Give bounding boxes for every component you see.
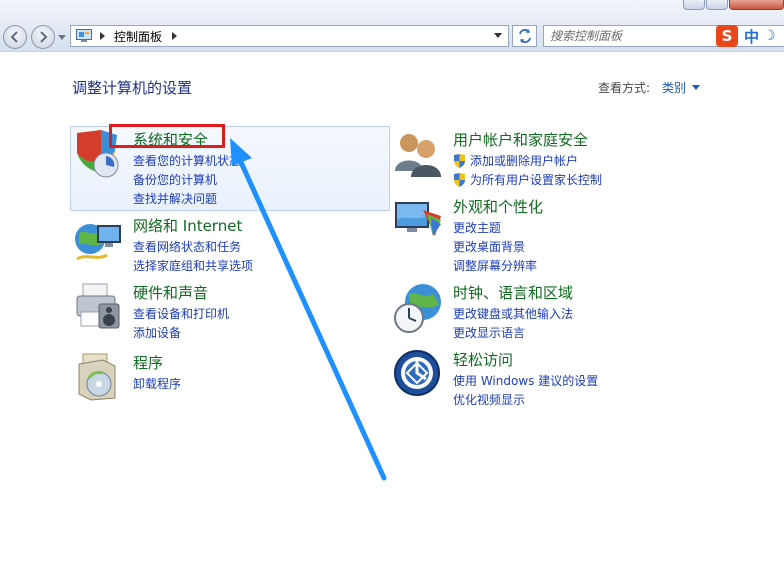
view-by-label: 查看方式: <box>598 81 651 95</box>
address-bar[interactable]: 控制面板 <box>70 25 509 47</box>
minimize-button[interactable] <box>683 0 705 10</box>
category-link[interactable]: 优化视频显示 <box>453 390 598 409</box>
category-title[interactable]: 外观和个性化 <box>453 196 543 217</box>
sogou-logo-icon[interactable]: S <box>716 25 738 47</box>
view-by-value[interactable]: 类别 <box>662 79 686 96</box>
category-link[interactable]: 备份您的计算机 <box>133 170 241 189</box>
category-link[interactable]: 更改桌面背景 <box>453 237 537 256</box>
refresh-button[interactable] <box>512 25 537 47</box>
category-link[interactable]: 查看您的计算机状态 <box>133 151 241 170</box>
ime-toolbar[interactable]: S 中 ☽ <box>716 24 784 48</box>
globe-clock-icon <box>394 284 441 333</box>
refresh-icon <box>518 29 531 43</box>
dropdown-arrow-icon <box>692 85 701 90</box>
address-dropdown-icon[interactable] <box>494 33 502 39</box>
printer-icon <box>76 283 120 329</box>
forward-button[interactable] <box>31 25 55 49</box>
network-globe-icon <box>75 224 121 261</box>
category-link[interactable]: 更改显示语言 <box>453 323 573 342</box>
annotation-highlight-box <box>109 124 225 148</box>
category-link[interactable]: 添加设备 <box>133 323 229 342</box>
arrow-right-icon <box>40 31 48 43</box>
category-link[interactable]: 使用 Windows 建议的设置 <box>453 371 598 390</box>
category-title[interactable]: 用户帐户和家庭安全 <box>453 129 588 150</box>
users-icon <box>395 134 441 177</box>
category-link[interactable]: 更改键盘或其他输入法 <box>453 304 573 323</box>
category-link[interactable]: 选择家庭组和共享选项 <box>133 256 253 275</box>
category-link[interactable]: 查找并解决问题 <box>133 189 241 208</box>
view-by-dropdown[interactable]: 类别 <box>662 79 701 96</box>
chevron-right-icon[interactable] <box>170 32 178 40</box>
category-link[interactable]: 查看网络状态和任务 <box>133 237 253 256</box>
category-title[interactable]: 网络和 Internet <box>133 215 242 236</box>
category-link[interactable]: 查看设备和打印机 <box>133 304 229 323</box>
breadcrumb[interactable]: 控制面板 <box>114 28 162 45</box>
category-title[interactable]: 程序 <box>133 352 163 373</box>
chevron-right-icon[interactable] <box>98 32 106 40</box>
back-button[interactable] <box>3 25 27 49</box>
category-link[interactable]: 卸载程序 <box>133 374 181 393</box>
appearance-monitor-icon <box>395 202 441 236</box>
category-title[interactable]: 轻松访问 <box>453 349 513 370</box>
maximize-button[interactable] <box>706 0 728 10</box>
category-link-label[interactable]: 添加或删除用户帐户 <box>470 152 578 169</box>
category-link[interactable]: 添加或删除用户帐户 <box>453 151 602 170</box>
category-link[interactable]: 更改主题 <box>453 218 537 237</box>
category-link[interactable]: 调整屏幕分辨率 <box>453 256 537 275</box>
control-panel-icon <box>76 29 92 42</box>
category-title[interactable]: 时钟、语言和区域 <box>453 282 573 303</box>
recent-pages-dropdown-icon[interactable] <box>58 33 66 41</box>
arrow-left-icon <box>10 31 18 43</box>
category-link[interactable]: 为所有用户设置家长控制 <box>453 170 602 189</box>
uac-shield-icon <box>454 153 465 168</box>
ime-language-indicator[interactable]: 中 <box>744 26 759 47</box>
search-input[interactable] <box>550 26 710 46</box>
category-link-label[interactable]: 为所有用户设置家长控制 <box>470 171 602 188</box>
close-button[interactable] <box>729 0 784 10</box>
page-title: 调整计算机的设置 <box>72 79 193 97</box>
ease-of-access-icon <box>394 350 440 396</box>
uac-shield-icon <box>454 172 465 187</box>
category-title[interactable]: 硬件和声音 <box>133 282 208 303</box>
moon-icon[interactable]: ☽ <box>763 28 776 44</box>
programs-box-icon <box>78 353 116 401</box>
